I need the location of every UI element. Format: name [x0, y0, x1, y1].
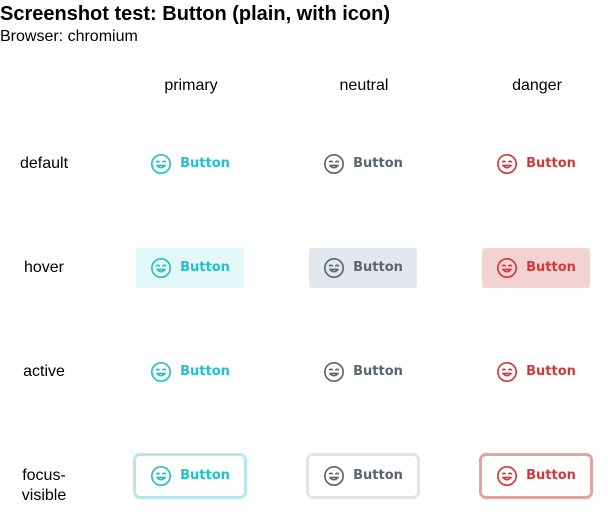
button-neutral-default[interactable]: Button [309, 144, 417, 184]
column-header-neutral: neutral [339, 77, 389, 94]
smiley-icon [496, 153, 518, 175]
column-header-danger: danger [512, 77, 562, 94]
button-neutral-active[interactable]: Button [309, 352, 417, 392]
browser-label: Browser: chromium [0, 28, 138, 45]
button-label: Button [353, 364, 403, 379]
row-header-hover: hover [23, 259, 65, 276]
button-label: Button [526, 156, 576, 171]
smiley-icon [323, 153, 345, 175]
smiley-icon [150, 153, 172, 175]
button-neutral-focus-visible[interactable]: Button [309, 456, 417, 496]
button-label: Button [180, 364, 230, 379]
button-label: Button [526, 468, 576, 483]
smiley-icon [150, 257, 172, 279]
button-neutral-hover[interactable]: Button [309, 248, 417, 288]
smiley-icon [496, 361, 518, 383]
row-header-default: default [19, 155, 69, 172]
smiley-icon [323, 257, 345, 279]
smiley-icon [496, 257, 518, 279]
button-label: Button [353, 468, 403, 483]
button-primary-default[interactable]: Button [136, 144, 244, 184]
smiley-icon [323, 361, 345, 383]
button-primary-hover[interactable]: Button [136, 248, 244, 288]
button-label: Button [526, 364, 576, 379]
smiley-icon [150, 361, 172, 383]
button-danger-focus-visible[interactable]: Button [482, 456, 590, 496]
button-label: Button [526, 260, 576, 275]
button-danger-active[interactable]: Button [482, 352, 590, 392]
button-primary-active[interactable]: Button [136, 352, 244, 392]
button-label: Button [180, 156, 230, 171]
smiley-icon [323, 465, 345, 487]
column-header-primary: primary [164, 77, 218, 94]
button-label: Button [353, 260, 403, 275]
button-label: Button [353, 156, 403, 171]
smiley-icon [496, 465, 518, 487]
button-danger-default[interactable]: Button [482, 144, 590, 184]
button-label: Button [180, 260, 230, 275]
page-title: Screenshot test: Button (plain, with ico… [0, 3, 390, 25]
button-primary-focus-visible[interactable]: Button [136, 456, 244, 496]
button-danger-hover[interactable]: Button [482, 248, 590, 288]
row-header-active: active [23, 363, 65, 380]
row-header-focus-visible: focus-visible [21, 467, 67, 504]
smiley-icon [150, 465, 172, 487]
button-label: Button [180, 468, 230, 483]
